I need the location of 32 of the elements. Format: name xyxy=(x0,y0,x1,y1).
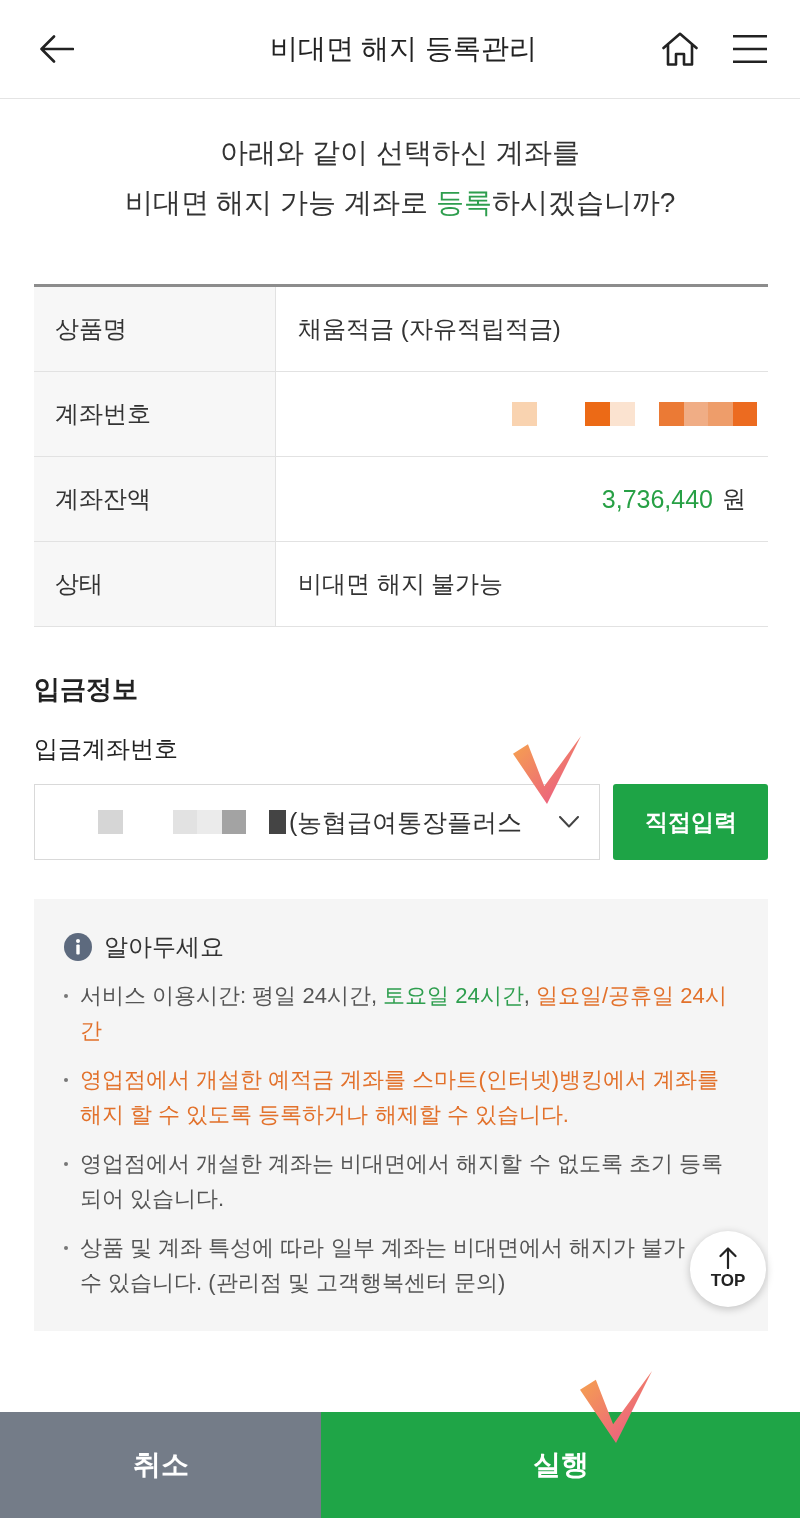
label-cell: 계좌번호 xyxy=(34,372,276,456)
execute-button[interactable]: 실행 xyxy=(321,1412,800,1518)
bullet-icon xyxy=(64,994,68,998)
bullet-icon xyxy=(64,1246,68,1250)
account-select[interactable]: (농협급여통장플러스 xyxy=(34,784,600,860)
notice-title: 알아두세요 xyxy=(104,932,224,962)
menu-icon[interactable] xyxy=(733,35,767,63)
section-title: 입금정보 xyxy=(34,673,139,706)
notice-text: 상품 및 계좌 특성에 따라 일부 계좌는 비대면에서 해지가 불가 수 있습니다. (관리점 및 고객행복센터 문의) xyxy=(80,1234,685,1297)
info-icon xyxy=(64,933,92,961)
home-icon[interactable] xyxy=(662,32,698,66)
value-text: 비대면 해지 불가능 xyxy=(298,569,504,599)
confirm-question: 아래와 같이 선택하신 계좌를 비대면 해지 가능 계좌로 등록하시겠습니까? xyxy=(123,136,677,220)
label-cell: 계좌잔액 xyxy=(34,457,276,541)
arrow-up-icon xyxy=(719,1247,737,1269)
cancel-button[interactable]: 취소 xyxy=(0,1412,321,1518)
notice-text: 서비스 이용시간: 평일 24시간, 토요일 24시간, 일요일/공휴일 24시간 xyxy=(80,982,728,1045)
bullet-icon xyxy=(64,1162,68,1166)
direct-input-button[interactable]: 직접입력 xyxy=(613,784,768,860)
label-cell: 상태 xyxy=(34,542,276,626)
chevron-down-icon xyxy=(559,816,579,828)
bullet-icon xyxy=(64,1078,68,1082)
value-text: 채움적금 (자유적립적금) xyxy=(298,314,561,344)
back-arrow-icon[interactable] xyxy=(40,35,74,63)
field-label: 입금계좌번호 xyxy=(34,734,179,764)
balance-amount: 3,736,440 xyxy=(601,484,713,514)
notice-text: 영업점에서 개설한 예적금 계좌를 스마트(인터넷)뱅킹에서 계좌를 해지 할 수 있도록 등록하거나 해제할 수 있습니다. xyxy=(80,1066,721,1129)
label-cell: 상품명 xyxy=(34,287,276,371)
page-title: 비대면 해지 등록관리 xyxy=(269,32,538,66)
checkmark-icon xyxy=(513,736,581,804)
notice-text: 영업점에서 개설한 계좌는 비대면에서 해지할 수 없도록 초기 등록 되어 있습니다. xyxy=(80,1150,724,1213)
currency-unit: 원 xyxy=(722,484,746,514)
